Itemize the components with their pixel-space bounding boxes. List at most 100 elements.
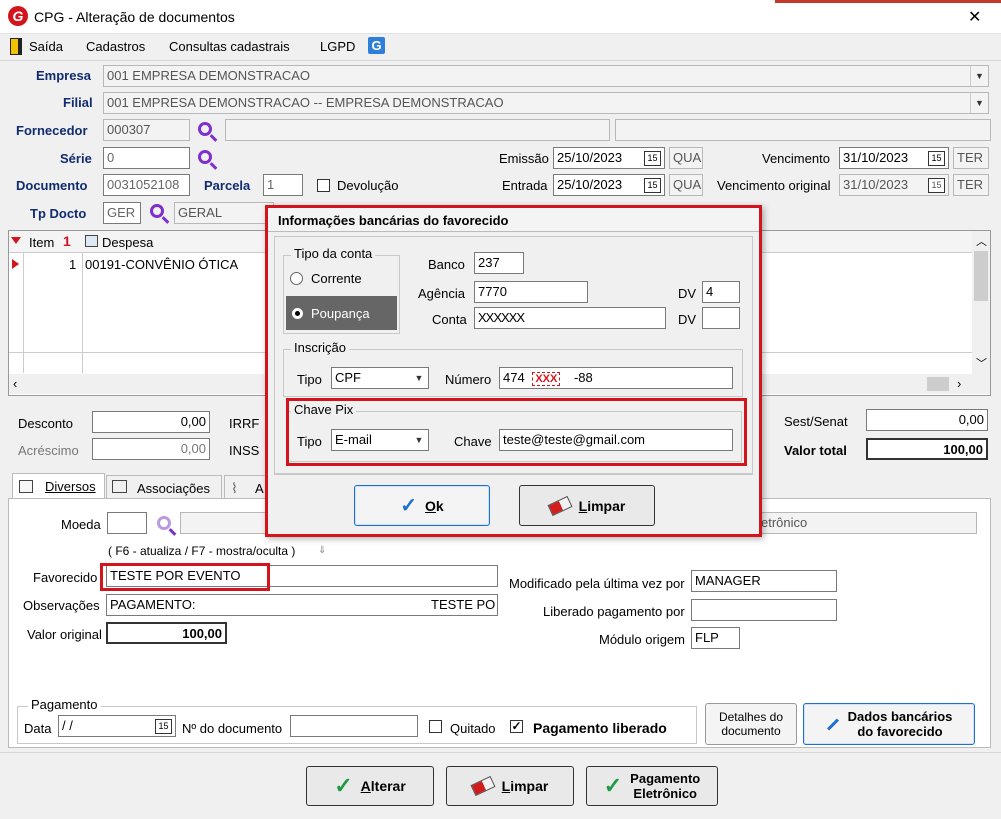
chevron-down-icon[interactable]: ▼: [410, 368, 428, 388]
bank-field[interactable]: 237: [474, 252, 524, 274]
orig-due-date-value: 31/10/2023: [843, 177, 909, 192]
details-line1: Detalhes do: [718, 710, 784, 724]
alter-button[interactable]: ✓ Alterar: [306, 766, 434, 806]
addition-field[interactable]: 0,00: [92, 438, 210, 460]
calendar-icon[interactable]: 15: [155, 719, 172, 734]
payee-label: Favorecido: [33, 570, 98, 585]
currency-field[interactable]: [107, 512, 147, 534]
account-label: Conta: [432, 312, 467, 327]
row-pointer-icon: [12, 259, 19, 269]
search-supplier-icon[interactable]: [198, 122, 212, 136]
account-dv-field[interactable]: [702, 307, 740, 329]
notes-field[interactable]: PAGAMENTO: TESTE PO: [106, 594, 498, 616]
branch-value: 001 EMPRESA DEMONSTRACAO -- EMPRESA DEMO…: [107, 95, 504, 110]
module-label: Módulo origem: [599, 632, 685, 647]
document-label: Documento: [16, 178, 88, 193]
supplier-name-field: [225, 119, 610, 141]
search-currency-icon[interactable]: [157, 516, 171, 530]
menu-register[interactable]: Cadastros: [86, 39, 145, 54]
scroll-right-icon[interactable]: ›: [957, 376, 961, 391]
scroll-thumb[interactable]: [974, 251, 988, 301]
agency-dv-label: DV: [678, 286, 697, 301]
tab-assoc[interactable]: Associações: [106, 475, 222, 499]
hscroll-thumb[interactable]: [927, 377, 949, 391]
right-readonly-field: etrônico: [757, 512, 977, 534]
currency-name-field: [180, 512, 270, 534]
released-checkbox[interactable]: ✓: [510, 720, 523, 733]
scroll-up-icon[interactable]: ︿: [976, 233, 987, 249]
inss-label: INSS: [229, 443, 260, 458]
pencil-icon: [19, 480, 33, 493]
grid-vscroll[interactable]: ︿ ﹀: [972, 231, 990, 374]
search-series-icon[interactable]: [198, 150, 212, 164]
menu-consult[interactable]: Consultas cadastrais: [169, 39, 290, 54]
branch-select[interactable]: 001 EMPRESA DEMONSTRACAO -- EMPRESA DEMO…: [103, 92, 989, 114]
sort-down-icon: [11, 237, 21, 244]
chevron-down-icon[interactable]: ▼: [970, 66, 988, 86]
bank-info-dialog: Informações bancárias do favorecido Tipo…: [265, 205, 762, 537]
close-icon[interactable]: ✕: [968, 7, 981, 27]
document-details-button[interactable]: Detalhes do documento: [705, 703, 797, 745]
document-field[interactable]: 0031052108: [103, 174, 190, 196]
scroll-left-icon[interactable]: ‹: [13, 376, 17, 391]
search-doc-type-icon[interactable]: [150, 204, 164, 218]
agency-dv-field[interactable]: 4: [702, 281, 740, 303]
currency-label: Moeda: [61, 517, 101, 532]
settled-label: Quitado: [450, 721, 496, 736]
registration-label: Inscrição: [291, 340, 350, 355]
notes-label: Observações: [23, 598, 100, 613]
menu-exit[interactable]: Saída: [29, 39, 63, 54]
sest-field[interactable]: 0,00: [866, 409, 988, 431]
discount-field[interactable]: 0,00: [92, 411, 210, 433]
reg-type-select[interactable]: CPF ▼: [331, 367, 429, 389]
doc-type-code-field[interactable]: GER: [103, 202, 141, 224]
dialog-clear-button[interactable]: Limpar: [519, 485, 655, 526]
ok-rest: k: [435, 497, 444, 514]
electronic-payment-button[interactable]: ✓ Pagamento Eletrônico: [586, 766, 718, 806]
due-date-value: 31/10/2023: [843, 150, 909, 165]
company-select[interactable]: 001 EMPRESA DEMONSTRACAO ▼: [103, 65, 989, 87]
chevron-down-icon[interactable]: ▼: [970, 93, 988, 113]
entry-label: Entrada: [502, 178, 548, 193]
checking-radio[interactable]: [290, 272, 303, 285]
pay-date-field[interactable]: / / 15: [58, 715, 176, 737]
settled-checkbox[interactable]: [429, 720, 442, 733]
account-field[interactable]: XXXXXX: [474, 307, 666, 329]
pay-date-label: Data: [24, 721, 52, 736]
due-date-field[interactable]: 31/10/2023 15: [839, 147, 949, 169]
col-expense[interactable]: Despesa: [102, 235, 153, 250]
calendar-icon[interactable]: 15: [644, 151, 661, 166]
savings-option[interactable]: Poupança: [286, 296, 397, 330]
return-checkbox[interactable]: [317, 179, 330, 192]
lgpd-logo-icon[interactable]: G: [368, 37, 385, 54]
epay-line1: Pagamento: [630, 771, 701, 786]
supplier-extra-field: [615, 119, 991, 141]
expense-note-icon: [85, 235, 98, 247]
dialog-ok-button[interactable]: ✓ Ok: [354, 485, 490, 526]
issue-date-field[interactable]: 25/10/2023 15: [553, 147, 665, 169]
doc-no-field[interactable]: [290, 715, 418, 737]
series-field[interactable]: 0: [103, 147, 190, 169]
tab-attach[interactable]: ⌇ A: [224, 475, 268, 499]
dialog-title: Informações bancárias do favorecido: [278, 213, 509, 228]
tab-misc[interactable]: Diversos: [12, 473, 105, 499]
clear-button[interactable]: Limpar: [446, 766, 574, 806]
installment-field[interactable]: 1: [263, 174, 303, 196]
bank-btn-line2: do favorecido: [857, 724, 943, 739]
calendar-icon[interactable]: 15: [644, 178, 661, 193]
supplier-code-field[interactable]: 000307: [103, 119, 190, 141]
menu-lgpd[interactable]: LGPD: [320, 39, 355, 54]
col-item[interactable]: Item: [29, 235, 54, 250]
agency-field[interactable]: 7770: [474, 281, 588, 303]
calendar-icon[interactable]: 15: [928, 151, 945, 166]
entry-date-field[interactable]: 25/10/2023 15: [553, 174, 665, 196]
bank-data-button[interactable]: Dados bancários do favorecido: [803, 703, 975, 745]
orig-value-field[interactable]: 100,00: [106, 622, 227, 644]
due-day-field: TER: [953, 147, 989, 169]
account-type-label: Tipo da conta: [291, 246, 376, 261]
scroll-down-icon[interactable]: ﹀: [976, 355, 987, 371]
savings-radio[interactable]: [291, 307, 304, 320]
reg-number-field[interactable]: 474 XXX -88: [499, 367, 733, 389]
installment-label: Parcela: [204, 178, 251, 193]
clear-u: L: [501, 778, 511, 794]
